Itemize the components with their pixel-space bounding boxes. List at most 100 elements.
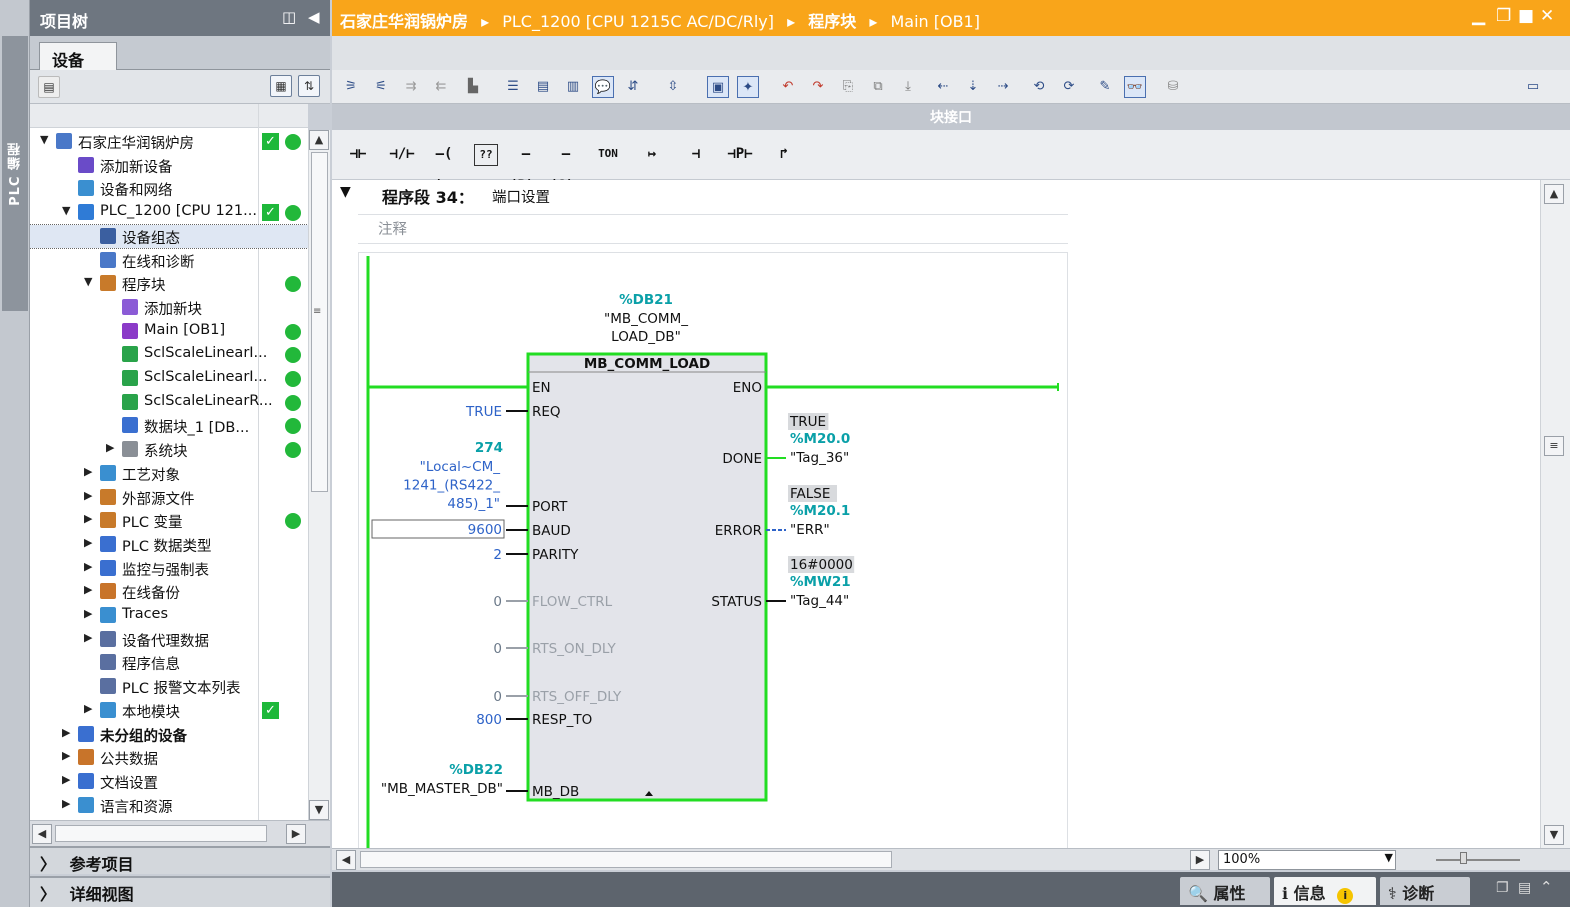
scroll-right-icon[interactable]: ▶ (1190, 850, 1210, 870)
instruction-favorites-icon[interactable]: ✦ (737, 76, 759, 98)
database-icon[interactable]: ⛁ (1162, 76, 1184, 98)
tree-item[interactable]: ▶ 工艺对象 (30, 462, 308, 486)
expand-networks-icon[interactable]: ▥ (562, 76, 584, 98)
tree-item[interactable]: ▶ Traces (30, 604, 308, 628)
expand-arrow-icon[interactable]: ▶ (84, 560, 92, 573)
expand-arrow-icon[interactable]: ▶ (84, 607, 92, 620)
tree-item[interactable]: ▶ 语言和资源 (30, 794, 308, 818)
close-icon[interactable]: ✕ (1540, 6, 1554, 26)
tree-hscroll-thumb[interactable] (55, 825, 267, 842)
list-view-icon[interactable]: ☰ (502, 76, 524, 98)
ladder-instruction-button[interactable]: TON (588, 138, 628, 170)
tree-item[interactable]: ▶ 在线备份 (30, 580, 308, 604)
monitor-step-icon[interactable]: ⇠ (932, 76, 954, 98)
maximize-panel-icon[interactable]: ⌃ (1540, 878, 1553, 896)
tree-item[interactable]: 在线和诊断 (30, 249, 308, 273)
ladder-instruction-button[interactable]: ⊣P⊢ (720, 138, 760, 170)
scroll-down-icon[interactable]: ▼ (1544, 825, 1564, 845)
editor-vertical-scrollbar[interactable]: ▲ ≡ ▼ (1540, 180, 1570, 848)
expand-arrow-icon[interactable]: ▶ (84, 536, 92, 549)
scroll-right-icon[interactable]: ▶ (286, 824, 306, 844)
tree-item[interactable]: ▶ 设备代理数据 (30, 628, 308, 652)
reference-projects-section[interactable]: 〉 参考项目 (30, 846, 330, 874)
zoom-select[interactable]: 100% ▼ (1218, 850, 1396, 870)
restore-icon[interactable]: ❐ (1496, 880, 1509, 896)
scroll-down-icon[interactable]: ▼ (309, 800, 329, 820)
tree-vertical-scrollbar[interactable]: ▲ ≡ ▼ (308, 130, 330, 820)
ladder-instruction-button[interactable]: ↦ (632, 138, 672, 170)
breadcrumb-project[interactable]: 石家庄华润锅炉房 (340, 12, 468, 31)
ladder-instruction-button[interactable]: –(R)– (506, 138, 546, 194)
breadcrumb-plc[interactable]: PLC_1200 [CPU 1215C AC/DC/Rly] (502, 12, 774, 31)
collapse-networks-icon[interactable]: ▤ (532, 76, 554, 98)
plc-programming-tab[interactable]: PLC 编程 (2, 36, 28, 311)
ladder-instruction-button[interactable]: ↱ (764, 138, 804, 170)
tree-item[interactable]: 设备和网络 (30, 177, 308, 201)
insert-box-icon[interactable]: ▙ (462, 76, 484, 98)
monitor-on-off-icon[interactable]: 👓 (1124, 76, 1146, 98)
tree-item[interactable]: Main [OB1] (30, 320, 308, 344)
call-hierarchy-icon[interactable]: ⎘ (837, 76, 859, 98)
tree-item[interactable]: ▶ 外部源文件 (30, 486, 308, 510)
collapse-arrow-icon[interactable]: ▼ (62, 204, 70, 217)
ladder-instruction-button[interactable]: ⊣/⊢ (382, 138, 422, 170)
tree-item[interactable]: SclScaleLinearI... (30, 343, 308, 367)
ladder-instruction-button[interactable]: –(S)– (546, 138, 586, 194)
breadcrumb-main-ob1[interactable]: Main [OB1] (890, 12, 980, 31)
tree-item[interactable]: SclScaleLinearI... (30, 367, 308, 391)
open-branch-icon[interactable]: ⇉ (400, 76, 422, 98)
close-branch-icon[interactable]: ⇇ (430, 76, 452, 98)
collapse-arrow-icon[interactable]: ▼ (40, 133, 48, 146)
zoom-slider[interactable] (1436, 859, 1520, 861)
expand-arrow-icon[interactable]: ▶ (62, 773, 70, 786)
go-online-icon[interactable]: ⟲ (1028, 76, 1050, 98)
expand-arrow-icon[interactable]: ▶ (62, 726, 70, 739)
tree-item[interactable]: 添加新块 (30, 296, 308, 320)
tab-diagnostics[interactable]: ⚕ 诊断 (1380, 877, 1470, 905)
favorites-icon[interactable]: ▣ (707, 76, 729, 98)
expand-arrow-icon[interactable]: ▶ (84, 465, 92, 478)
panel-layout-icon[interactable]: ◫ (282, 8, 296, 26)
maximize-icon[interactable]: ■ (1518, 6, 1534, 26)
modify-icon[interactable]: ✎ (1094, 76, 1116, 98)
tree-item[interactable]: ▶ PLC 变量 (30, 509, 308, 533)
compare-icon[interactable]: ⧉ (867, 76, 889, 98)
split-icon[interactable]: ▤ (1518, 880, 1531, 896)
go-offline-icon[interactable]: ⟳ (1058, 76, 1080, 98)
tree-item[interactable]: ▼ 程序块 (30, 272, 308, 296)
scroll-up-icon[interactable]: ▲ (309, 130, 329, 150)
tree-item[interactable]: 设备组态 (30, 223, 308, 250)
collapse-panel-icon[interactable]: ◀ (308, 8, 320, 26)
operand-display-icon[interactable]: ⇳ (662, 76, 684, 98)
tab-info[interactable]: ℹ 信息 i (1274, 877, 1376, 905)
editor-horizontal-scrollbar[interactable]: ◀ ▶ 100% ▼ (332, 848, 1570, 870)
tree-item[interactable]: PLC 报警文本列表 (30, 675, 308, 699)
step-out-icon[interactable]: ⇢ (992, 76, 1014, 98)
table-view-icon[interactable]: ▦ (270, 75, 292, 97)
insert-network-icon[interactable]: ⚞ (340, 76, 362, 98)
ladder-instruction-button[interactable]: ?? (474, 144, 498, 166)
tree-item[interactable]: 添加新设备 (30, 154, 308, 178)
tree-item[interactable]: ▶ 文档设置 (30, 770, 308, 794)
scroll-up-icon[interactable]: ▲ (1544, 184, 1564, 204)
panel-layout-icon[interactable]: ▭ (1522, 76, 1544, 98)
zoom-slider-handle[interactable] (1460, 852, 1467, 864)
ladder-instruction-button[interactable]: ⊣ (676, 138, 716, 170)
expand-arrow-icon[interactable]: ▶ (84, 583, 92, 596)
expand-arrow-icon[interactable]: ▶ (84, 489, 92, 502)
ladder-instruction-button[interactable]: ⊣⊢ (338, 138, 378, 170)
go-to-error-icon[interactable]: ↶ (777, 76, 799, 98)
editor-hscroll-thumb[interactable] (360, 851, 892, 868)
expand-arrow-icon[interactable]: ▶ (84, 512, 92, 525)
expand-arrow-icon[interactable]: ▶ (84, 702, 92, 715)
absolute-symbolic-icon[interactable]: ⇵ (622, 76, 644, 98)
tab-properties[interactable]: 🔍 属性 (1180, 877, 1270, 905)
scroll-position-icon[interactable]: ≡ (1544, 436, 1564, 456)
refresh-tree-icon[interactable]: ⇅ (298, 75, 320, 97)
scroll-left-icon[interactable]: ◀ (336, 850, 356, 870)
expand-arrow-icon[interactable]: ▶ (62, 797, 70, 810)
breadcrumb-program-blocks[interactable]: 程序块 (808, 12, 856, 31)
tree-item[interactable]: ▶ 未分组的设备 (30, 723, 308, 747)
tree-horizontal-scrollbar[interactable]: ◀ ▶ (30, 820, 330, 846)
tree-item[interactable]: ▶ 系统块 (30, 438, 308, 462)
